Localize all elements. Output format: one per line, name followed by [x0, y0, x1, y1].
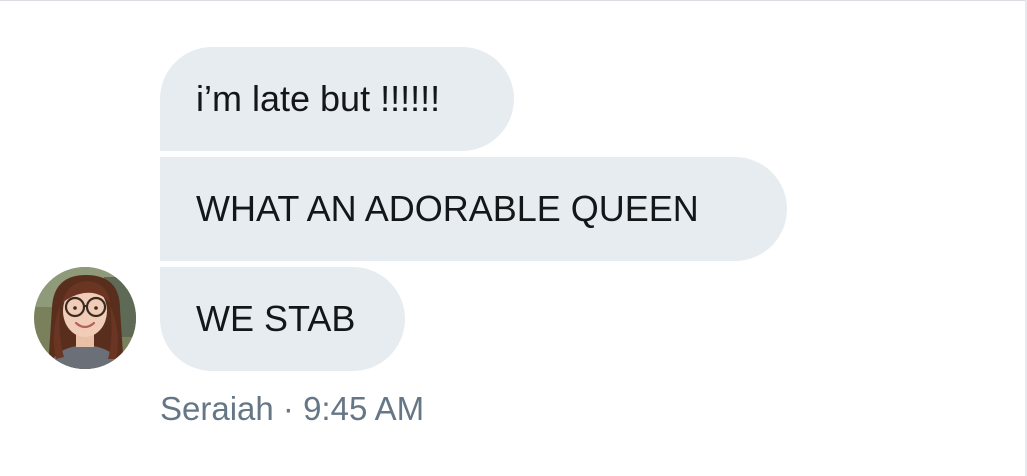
- message-meta: Seraiah · 9:45 AM: [160, 389, 424, 429]
- message-text: i’m late but !!!!!!: [196, 78, 441, 119]
- message-text: WE STAB: [196, 298, 356, 339]
- message-bubble[interactable]: WHAT AN ADORABLE QUEEN: [160, 157, 787, 261]
- message-timestamp: 9:45 AM: [303, 390, 425, 427]
- sender-name[interactable]: Seraiah: [160, 390, 274, 427]
- message-bubble[interactable]: i’m late but !!!!!!: [160, 47, 514, 151]
- sender-avatar[interactable]: [34, 267, 136, 369]
- message-text: WHAT AN ADORABLE QUEEN: [196, 188, 699, 229]
- user-avatar-icon: [34, 267, 136, 369]
- message-bubble[interactable]: WE STAB: [160, 267, 405, 371]
- top-divider: [0, 0, 1027, 1]
- meta-separator: ·: [273, 390, 304, 427]
